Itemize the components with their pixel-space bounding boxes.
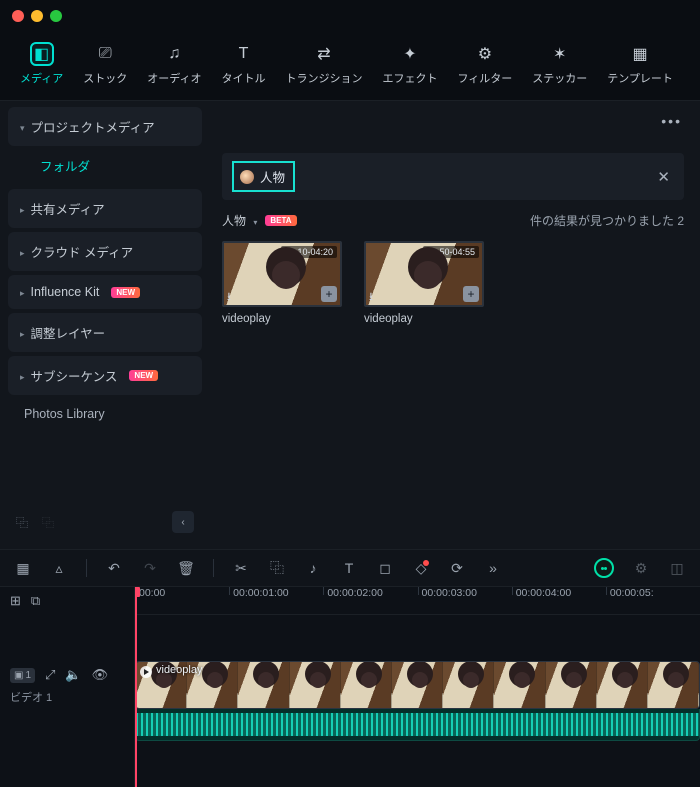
nav-audio[interactable]: ♫ オーディオ (141, 38, 207, 90)
nav-stock[interactable]: ⎚ ストック (77, 38, 133, 90)
visibility-icon[interactable]: 👁 (92, 667, 109, 683)
color-icon[interactable]: ◇ (412, 559, 430, 577)
nav-title[interactable]: T タイトル (215, 38, 271, 90)
delete-button[interactable]: 🗑 (177, 559, 195, 577)
chevron-down-icon (20, 120, 25, 134)
cut-button[interactable]: ✂ (232, 559, 250, 577)
crop-button[interactable]: ⿻ (268, 559, 286, 577)
search-chip-person[interactable]: 人物 (232, 161, 295, 192)
audio-icon: ♫ (162, 42, 186, 66)
maximize-window[interactable] (50, 10, 62, 22)
chevron-right-icon (20, 202, 25, 216)
undo-button[interactable]: ↶ (105, 559, 123, 577)
pointer-icon[interactable]: ▵ (50, 559, 68, 577)
playhead[interactable] (135, 587, 137, 787)
new-badge: NEW (111, 287, 140, 298)
timeline-video-clip[interactable]: videoplay (135, 661, 700, 709)
search-box: 人物 ✕ (222, 153, 684, 200)
download-icon[interactable]: ⭳ (227, 288, 241, 302)
more-tools-icon[interactable]: » (484, 559, 502, 577)
sidebar-adjustment-layer[interactable]: 調整レイヤー (8, 313, 202, 352)
lock-icon[interactable]: ⤢ (45, 667, 55, 683)
nav-media[interactable]: ◧ メディア (14, 38, 69, 90)
sidebar-project-media[interactable]: プロジェクトメディア (8, 107, 202, 146)
sticker-icon: ✶ (548, 42, 572, 66)
beta-badge: BETA (265, 215, 296, 226)
clip-timecode: 04:10-04:20 (281, 246, 337, 258)
collapse-sidebar-button[interactable]: ‹ (172, 511, 194, 533)
search-input[interactable] (303, 169, 645, 184)
nav-filter[interactable]: ⚙ フィルター (451, 38, 518, 90)
download-icon[interactable]: ⭳ (369, 288, 383, 302)
transition-icon: ⇄ (312, 42, 336, 66)
clip-name: videoplay (222, 313, 342, 325)
sidebar-shared-media[interactable]: 共有メディア (8, 189, 202, 228)
title-icon: T (231, 42, 255, 66)
chevron-right-icon (20, 369, 25, 383)
sidebar: プロジェクトメディア フォルダ 共有メディア クラウド メディア Influen… (0, 101, 210, 549)
person-icon (240, 170, 254, 184)
timeline: ⊞ ⧉ ▣1 ⤢ 🔈 👁 ビデオ 1 00:00 00:00:01:00 00:… (0, 587, 700, 787)
add-track-icon[interactable]: ⊞ (10, 593, 21, 609)
timeline-tracks[interactable]: 00:00 00:00:01:00 00:00:02:00 00:00:03:0… (135, 587, 700, 787)
speed-icon[interactable]: ⟳ (448, 559, 466, 577)
nav-sticker[interactable]: ✶ ステッカー (526, 38, 593, 90)
timeline-toolbar: ▦ ▵ ↶ ↷ 🗑 ✂ ⿻ ♪ T ◻ ◇ ⟳ » ⚙ ◫ (0, 549, 700, 587)
add-clip-button[interactable]: + (463, 286, 479, 302)
clip-item[interactable]: 04:10-04:20 ⭳ + videoplay (222, 241, 342, 325)
main-panel: ••• 人物 ✕ 人物 ▾ BETA 件の結果が見つかりました 2 04:10-… (210, 101, 700, 549)
mute-icon[interactable]: 🔈 (65, 667, 81, 683)
more-options-button[interactable]: ••• (661, 113, 682, 129)
video-track-badge[interactable]: ▣1 (10, 668, 35, 683)
sidebar-subsequence[interactable]: サブシーケンス NEW (8, 356, 202, 395)
chevron-right-icon (20, 285, 25, 299)
close-window[interactable] (12, 10, 24, 22)
chevron-right-icon (20, 245, 25, 259)
sidebar-cloud-media[interactable]: クラウド メディア (8, 232, 202, 271)
clip-thumbnail[interactable]: 04:50-04:55 ⭳ + (364, 241, 484, 307)
filter-dropdown[interactable]: 人物 ▾ (222, 212, 257, 229)
import-folder-icon[interactable]: ⿻ (42, 514, 54, 531)
timeline-ruler[interactable]: 00:00 00:00:01:00 00:00:02:00 00:00:03:0… (135, 587, 700, 615)
clip-name: videoplay (364, 313, 484, 325)
audio-edit-icon[interactable]: ♪ (304, 559, 322, 577)
clip-timecode: 04:50-04:55 (423, 246, 479, 258)
result-count: 件の結果が見つかりました 2 (530, 212, 684, 229)
timeline-clip-name: videoplay (156, 664, 202, 676)
clear-search-button[interactable]: ✕ (653, 168, 674, 186)
timeline-track-header: ⊞ ⧉ ▣1 ⤢ 🔈 👁 ビデオ 1 (0, 587, 135, 787)
frame-icon[interactable]: ◻ (376, 559, 394, 577)
sidebar-folder[interactable]: フォルダ (8, 146, 202, 185)
new-folder-icon[interactable]: ⿻ (16, 514, 28, 531)
clip-item[interactable]: 04:50-04:55 ⭳ + videoplay (364, 241, 484, 325)
nav-transition[interactable]: ⇄ トランジション (279, 38, 368, 90)
unlink-icon[interactable]: ⧉ (31, 593, 40, 609)
sidebar-photos-library[interactable]: Photos Library (8, 395, 202, 433)
window-controls (0, 0, 700, 32)
grid-icon[interactable]: ▦ (14, 559, 32, 577)
track-label: ビデオ 1 (0, 689, 134, 711)
clip-thumbnail[interactable]: 04:10-04:20 ⭳ + (222, 241, 342, 307)
settings-gear-icon[interactable]: ⚙ (632, 559, 650, 577)
filter-icon: ⚙ (473, 42, 497, 66)
effect-icon: ✦ (398, 42, 422, 66)
stock-icon: ⎚ (93, 42, 117, 66)
play-icon (140, 666, 152, 678)
template-icon: ▦ (628, 42, 652, 66)
timeline-audio-clip[interactable] (135, 709, 700, 741)
redo-button[interactable]: ↷ (141, 559, 159, 577)
new-badge: NEW (129, 370, 158, 381)
chevron-right-icon (20, 326, 25, 340)
ai-assistant-button[interactable] (594, 558, 614, 578)
sidebar-influence-kit[interactable]: Influence Kit NEW (8, 275, 202, 309)
bookmark-icon[interactable]: ◫ (668, 559, 686, 577)
media-icon: ◧ (30, 42, 54, 66)
add-clip-button[interactable]: + (321, 286, 337, 302)
minimize-window[interactable] (31, 10, 43, 22)
nav-effect[interactable]: ✦ エフェクト (376, 38, 443, 90)
nav-template[interactable]: ▦ テンプレート (601, 38, 679, 90)
top-nav: ◧ メディア ⎚ ストック ♫ オーディオ T タイトル ⇄ トランジション ✦… (0, 32, 700, 101)
text-icon[interactable]: T (340, 559, 358, 577)
